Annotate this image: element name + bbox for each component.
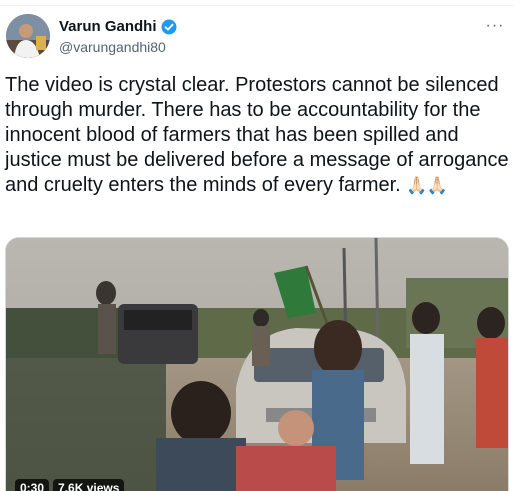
more-horizontal-icon[interactable]: ···: [484, 16, 506, 36]
video-player[interactable]: 0:30 7.6K views: [5, 237, 509, 491]
folded-hands-emoji: 🙏🏻🙏🏻: [406, 176, 447, 196]
author-handle[interactable]: @varungandhi80: [59, 38, 166, 56]
top-divider: [0, 5, 514, 6]
display-name[interactable]: Varun Gandhi: [59, 18, 157, 36]
verified-badge-icon: [161, 19, 177, 35]
author-name-row: Varun Gandhi: [59, 18, 177, 36]
video-badges: 0:30 7.6K views: [15, 479, 125, 491]
avatar[interactable]: [6, 14, 50, 58]
video-thumbnail: [6, 238, 508, 491]
tweet-text: The video is crystal clear. Protestors c…: [5, 73, 513, 199]
video-duration: 0:30: [15, 479, 50, 491]
video-views: 7.6K views: [53, 479, 125, 491]
